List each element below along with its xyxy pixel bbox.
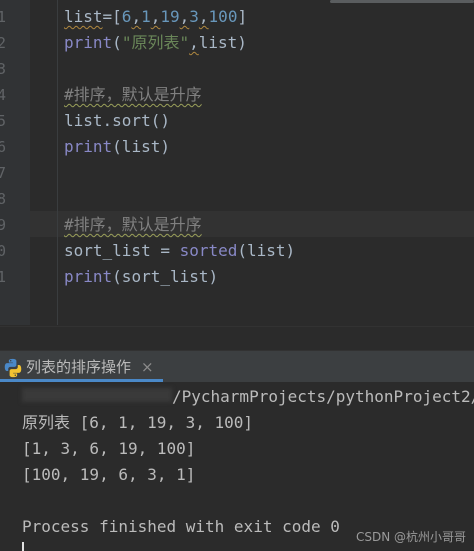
comma: , <box>150 7 161 26</box>
line-number: 1 <box>0 8 7 26</box>
fold-guide <box>57 0 58 325</box>
panel-divider[interactable] <box>0 326 474 350</box>
line-number: 8 <box>0 190 7 208</box>
console-path-line: /PycharmProjects/pythonProject2/v <box>172 387 474 406</box>
number: 100 <box>208 7 238 26</box>
text-caret <box>22 542 24 551</box>
line-number: 5 <box>0 112 7 130</box>
watermark: CSDN @杭州小哥哥 <box>355 530 466 544</box>
line-number: 1 <box>0 268 7 286</box>
argument: (list) <box>112 137 170 156</box>
line-number: 9 <box>0 216 7 234</box>
close-icon[interactable]: × <box>141 356 154 378</box>
argument: (sort_list) <box>112 267 219 286</box>
console-line: Process finished with exit code 0 <box>22 517 340 536</box>
statement: list.sort() <box>64 111 170 130</box>
code-line-2[interactable]: print("原列表",list) <box>64 30 247 56</box>
line-number-gutter: 1 2 3 4 5 6 7 8 9 0 1 <box>0 0 30 325</box>
line-number: 3 <box>0 60 7 78</box>
run-tab-title: 列表的排序操作 <box>26 358 132 376</box>
code-line-1[interactable]: list=[6,1,19,3,100] <box>64 4 247 30</box>
line-number: 0 <box>0 242 7 260</box>
line-number: 7 <box>0 164 7 182</box>
argument: (list) <box>237 241 296 260</box>
comma: , <box>198 7 209 26</box>
comment: #排序，默认是升序 <box>64 85 202 104</box>
code-line-11[interactable]: print(sort_list) <box>64 264 218 290</box>
console-line: [100, 19, 6, 3, 1] <box>22 465 196 484</box>
number: 3 <box>189 7 199 26</box>
comment: #排序，默认是升序 <box>64 215 202 234</box>
code-editor[interactable]: 1 2 3 4 5 6 7 8 9 0 1 list=[6,1,19,3,100… <box>0 0 474 325</box>
argument: list) <box>198 33 247 52</box>
console-line: 原列表 [6, 1, 19, 3, 100] <box>22 413 254 432</box>
number: 6 <box>121 7 132 26</box>
string-literal: "原列表" <box>121 33 190 52</box>
code-line-10[interactable]: sort_list = sorted(list) <box>64 238 295 264</box>
paren: ( <box>112 33 122 52</box>
code-line-5[interactable]: list.sort() <box>64 108 170 134</box>
operator: =[ <box>102 7 122 26</box>
number: 19 <box>160 7 180 26</box>
comma: , <box>189 33 199 52</box>
assignment: sort_list = <box>64 241 180 260</box>
code-line-6[interactable]: print(list) <box>64 134 170 160</box>
number: 1 <box>141 7 151 26</box>
code-line-4[interactable]: #排序，默认是升序 <box>64 82 202 108</box>
console-output[interactable]: /PycharmProjects/pythonProject2/v 原列表 [6… <box>0 382 474 551</box>
console-line: [1, 3, 6, 19, 100] <box>22 439 196 458</box>
builtin-function: print <box>64 267 113 286</box>
bracket: ] <box>237 7 248 26</box>
comma: , <box>179 7 190 26</box>
line-number: 6 <box>0 138 7 156</box>
comma: , <box>131 7 142 26</box>
horizontal-scrollbar[interactable] <box>330 0 474 3</box>
builtin-function: print <box>64 137 113 156</box>
identifier: list <box>64 7 103 26</box>
redacted-path <box>22 388 172 402</box>
run-tool-window-header: 列表的排序操作 × <box>0 350 474 383</box>
code-line-9[interactable]: #排序，默认是升序 <box>64 212 202 238</box>
builtin-function: print <box>64 33 113 52</box>
line-number: 2 <box>0 34 7 52</box>
python-icon <box>4 358 22 378</box>
builtin-function: sorted <box>179 241 238 260</box>
line-number: 4 <box>0 86 7 104</box>
